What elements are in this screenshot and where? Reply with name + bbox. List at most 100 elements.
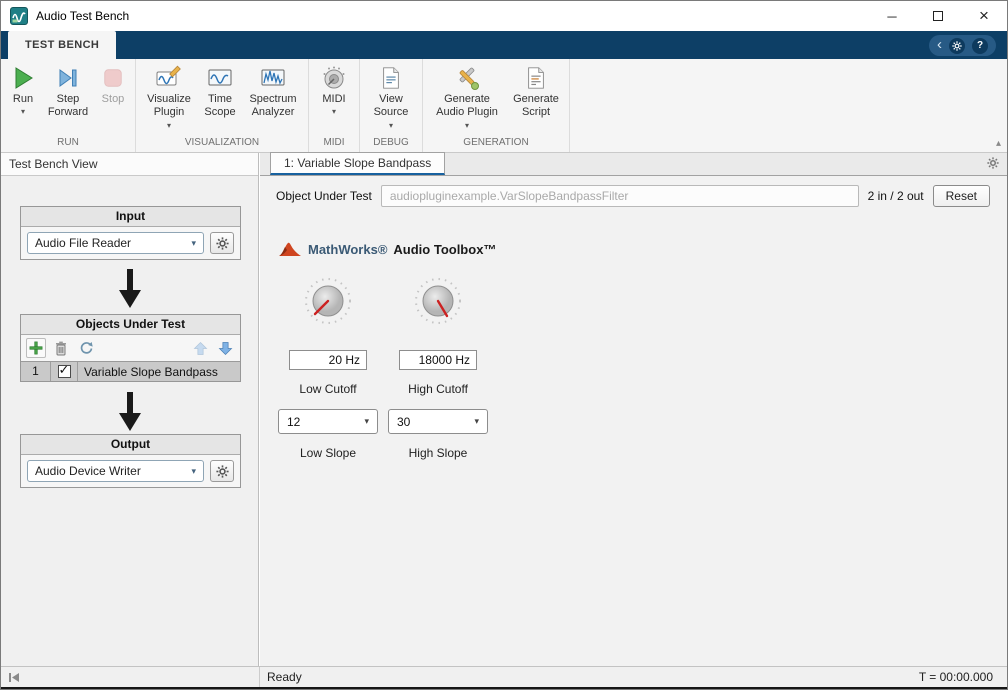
section-label-generation: GENERATION [426, 135, 566, 152]
low-cutoff-knob[interactable] [303, 276, 353, 326]
generate-script-icon [523, 65, 549, 91]
statusbar-left [1, 667, 260, 687]
visualize-plugin-icon [156, 65, 182, 91]
add-object-button[interactable] [26, 338, 46, 358]
chevron-down-icon: ▾ [474, 416, 479, 427]
generate-audio-plugin-button[interactable]: Generate Audio Plugin ▾ [427, 63, 507, 135]
stop-button[interactable]: Stop [95, 63, 131, 135]
toolstrip-tabband: TEST BENCH ‹ ? [1, 31, 1007, 59]
input-group: Input Audio File Reader ▾ [20, 206, 241, 260]
visualize-plugin-button[interactable]: Visualize Plugin ▾ [140, 63, 198, 135]
io-count: 2 in / 2 out [868, 189, 924, 203]
close-icon: × [979, 6, 989, 26]
maximize-button[interactable] [915, 1, 961, 31]
output-selector-value: Audio Device Writer [35, 464, 141, 478]
window-title: Audio Test Bench [36, 9, 129, 23]
input-selector[interactable]: Audio File Reader ▾ [27, 232, 204, 254]
high-cutoff-column: 18000 Hz High Cutoff 30 ▾ High Slope [388, 276, 488, 460]
high-cutoff-label: High Cutoff [408, 382, 468, 396]
refresh-objects-button[interactable] [76, 338, 96, 358]
chevron-down-icon: ▾ [191, 238, 196, 249]
ribbon: Run ▾ Step Forward Stop RUN [1, 59, 1007, 153]
statusbar: Ready T = 00:00.000 [1, 666, 1007, 687]
titlebar: Audio Test Bench ─ × [1, 1, 1007, 31]
app-icon [10, 7, 28, 25]
object-row-index: 1 [21, 362, 51, 381]
gear-icon [952, 41, 962, 51]
midi-button[interactable]: MIDI ▾ [313, 63, 355, 135]
object-under-test-row: Object Under Test audiopluginexample.Var… [276, 185, 990, 207]
simulation-time: T = 00:00.000 [919, 670, 1007, 684]
help-button[interactable]: ? [972, 38, 988, 54]
window-bottom-edge [1, 687, 1007, 689]
reset-button[interactable]: Reset [933, 185, 990, 207]
help-icon: ? [977, 40, 983, 51]
maximize-icon [933, 11, 943, 21]
minimize-button[interactable]: ─ [869, 1, 915, 31]
step-forward-icon [55, 65, 81, 91]
mathworks-logo-icon [278, 240, 302, 258]
section-label-midi: MIDI [312, 135, 356, 152]
minimize-icon: ─ [887, 9, 896, 24]
time-scope-button[interactable]: Time Scope [198, 63, 242, 135]
close-button[interactable]: × [961, 1, 1007, 31]
step-forward-button[interactable]: Step Forward [41, 63, 95, 135]
refresh-icon [79, 341, 94, 356]
check-icon: ✓ [59, 362, 70, 378]
ribbon-section-debug: View Source ▾ DEBUG [360, 59, 423, 152]
stop-icon [100, 65, 126, 91]
mathworks-wordmark: MathWorks® [308, 242, 387, 257]
high-slope-label: High Slope [409, 446, 468, 460]
time-scope-icon [207, 65, 233, 91]
output-settings-button[interactable] [210, 460, 234, 482]
object-row[interactable]: 1 ✓ Variable Slope Bandpass [21, 361, 240, 381]
arrow-up-icon [193, 341, 208, 356]
toolstrip-quick-access: ‹ ? [929, 35, 996, 56]
run-icon [10, 65, 36, 91]
delete-object-button[interactable] [51, 338, 71, 358]
section-label-visualization: VISUALIZATION [139, 135, 305, 152]
output-selector[interactable]: Audio Device Writer ▾ [27, 460, 204, 482]
object-under-test-field[interactable]: audiopluginexample.VarSlopeBandpassFilte… [381, 185, 859, 207]
back-chevron-icon[interactable]: ‹ [937, 37, 942, 52]
plus-icon [29, 341, 43, 355]
flow-arrow-down-icon [115, 269, 145, 309]
object-enabled-checkbox[interactable]: ✓ [58, 365, 71, 378]
app-window: Audio Test Bench ─ × TEST BENCH ‹ [0, 0, 1008, 690]
dropdown-arrow-icon: ▾ [21, 108, 25, 115]
low-slope-label: Low Slope [300, 446, 356, 460]
view-source-button[interactable]: View Source ▾ [364, 63, 418, 135]
preferences-button[interactable] [949, 38, 965, 54]
spectrum-analyzer-icon [260, 65, 286, 91]
object-row-name: Variable Slope Bandpass [78, 365, 218, 379]
high-cutoff-field[interactable]: 18000 Hz [399, 350, 477, 370]
panel-collapse-icon[interactable] [8, 672, 20, 683]
panel-options-button[interactable] [987, 157, 999, 172]
low-cutoff-column: 20 Hz Low Cutoff 12 ▾ Low Slope [278, 276, 378, 460]
generate-script-button[interactable]: Generate Script [507, 63, 565, 135]
input-selector-value: Audio File Reader [35, 236, 131, 250]
flow-arrow-down-icon [115, 392, 145, 432]
run-button[interactable]: Run ▾ [5, 63, 41, 135]
input-settings-button[interactable] [210, 232, 234, 254]
midi-knob-icon [321, 65, 347, 91]
low-cutoff-field[interactable]: 20 Hz [289, 350, 367, 370]
plugin-tabbar: 1: Variable Slope Bandpass [260, 153, 1007, 176]
high-slope-dropdown[interactable]: 30 ▾ [388, 409, 488, 434]
high-cutoff-knob[interactable] [413, 276, 463, 326]
gear-icon [216, 465, 229, 478]
view-source-icon [378, 65, 404, 91]
move-object-up-button[interactable] [190, 338, 210, 358]
spectrum-analyzer-button[interactable]: Spectrum Analyzer [242, 63, 304, 135]
collapse-ribbon-button[interactable]: ▴ [996, 138, 1001, 149]
dropdown-arrow-icon: ▾ [389, 121, 393, 130]
low-cutoff-label: Low Cutoff [299, 382, 356, 396]
plugin-panel: 1: Variable Slope Bandpass Object Under … [260, 153, 1007, 666]
move-object-down-button[interactable] [215, 338, 235, 358]
tab-variable-slope-bandpass[interactable]: 1: Variable Slope Bandpass [270, 152, 445, 175]
low-slope-dropdown[interactable]: 12 ▾ [278, 409, 378, 434]
objects-group-header: Objects Under Test [21, 315, 240, 335]
gear-icon [987, 157, 999, 169]
tab-test-bench[interactable]: TEST BENCH [8, 31, 116, 59]
output-group: Output Audio Device Writer ▾ [20, 434, 241, 488]
